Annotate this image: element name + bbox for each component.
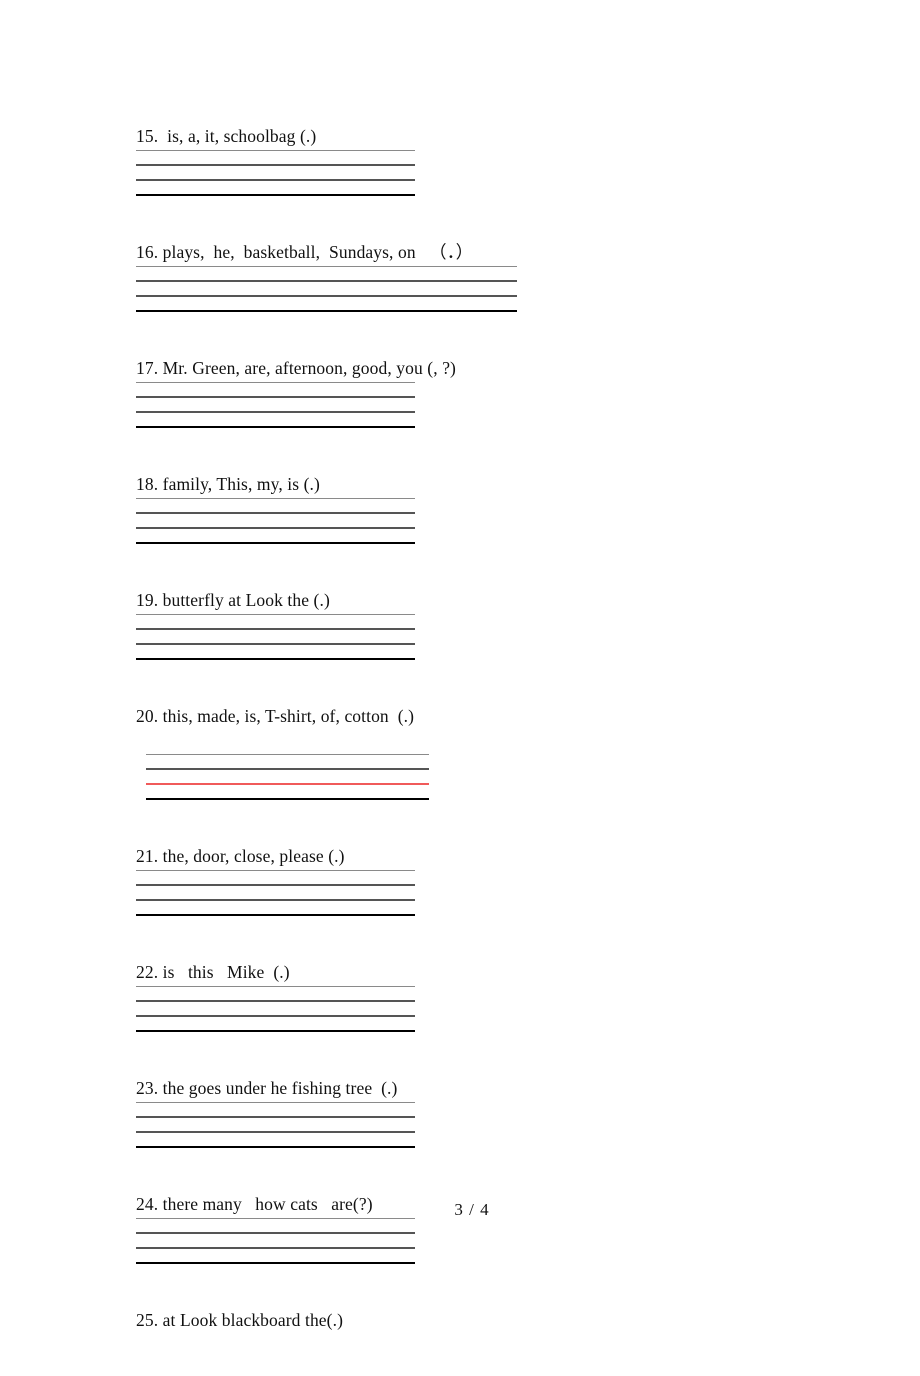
answer-lines[interactable] <box>136 266 517 312</box>
answer-line[interactable] <box>136 382 415 383</box>
answer-line[interactable] <box>136 426 415 428</box>
exercise-prompt: 22. is this Mike (.) <box>136 962 290 982</box>
answer-line[interactable] <box>146 798 429 800</box>
answer-line[interactable] <box>136 1262 415 1264</box>
answer-lines[interactable] <box>136 986 415 1032</box>
item-spacer <box>136 428 836 472</box>
page-number: 3 / 4 <box>454 1200 490 1219</box>
exercise-prompt: 21. the, door, close, please (.) <box>136 846 345 866</box>
item-spacer <box>136 916 836 960</box>
exercise-item: 23. the goes under he fishing tree (.) <box>136 1076 836 1192</box>
answer-lines[interactable] <box>136 150 415 196</box>
answer-line[interactable] <box>136 1247 415 1249</box>
answer-line[interactable] <box>136 396 415 398</box>
answer-line[interactable] <box>146 754 429 755</box>
answer-line[interactable] <box>136 1102 415 1103</box>
answer-lines[interactable] <box>136 614 415 660</box>
exercise-item: 17. Mr. Green, are, afternoon, good, you… <box>136 356 836 472</box>
item-spacer <box>136 1332 836 1376</box>
answer-line[interactable] <box>136 310 517 312</box>
item-spacer <box>136 660 836 704</box>
answer-line[interactable] <box>136 914 415 916</box>
exercise-item: 15. is, a, it, schoolbag (.) <box>136 124 836 240</box>
exercise-list: 15. is, a, it, schoolbag (.) 16. plays, h… <box>136 124 836 1376</box>
answer-line[interactable] <box>136 295 517 297</box>
answer-line[interactable] <box>136 1015 415 1017</box>
answer-line[interactable] <box>136 899 415 901</box>
answer-line[interactable] <box>136 986 415 987</box>
answer-line[interactable] <box>136 266 517 267</box>
exercise-item: 16. plays, he, basketball, Sundays, on （… <box>136 240 836 356</box>
answer-line[interactable] <box>136 1116 415 1118</box>
answer-line[interactable] <box>136 150 415 151</box>
exercise-item: 25. at Look blackboard the(.) <box>136 1308 836 1376</box>
answer-line[interactable] <box>136 1030 415 1032</box>
worksheet-page: 15. is, a, it, schoolbag (.) 16. plays, h… <box>0 0 920 1330</box>
answer-line[interactable] <box>136 411 415 413</box>
answer-line[interactable] <box>146 768 429 770</box>
exercise-prompt: 15. is, a, it, schoolbag (.) <box>136 126 317 146</box>
exercise-prompt: 17. Mr. Green, are, afternoon, good, you… <box>136 358 456 378</box>
exercise-prompt: 23. the goes under he fishing tree (.) <box>136 1078 398 1098</box>
item-spacer <box>136 544 836 588</box>
answer-lines[interactable] <box>136 382 415 428</box>
item-spacer <box>136 1148 836 1192</box>
answer-line[interactable] <box>136 658 415 660</box>
answer-line[interactable] <box>136 628 415 630</box>
answer-line[interactable] <box>136 884 415 886</box>
answer-lines[interactable] <box>136 870 415 916</box>
item-spacer <box>136 312 836 356</box>
answer-line[interactable] <box>136 643 415 645</box>
answer-line[interactable] <box>136 1146 415 1148</box>
exercise-prompt: 19. butterfly at Look the (.) <box>136 590 330 610</box>
exercise-prompt: 16. plays, he, basketball, Sundays, on （… <box>136 242 474 262</box>
answer-line[interactable] <box>136 512 415 514</box>
exercise-item: 19. butterfly at Look the (.) <box>136 588 836 704</box>
item-spacer <box>136 800 836 844</box>
exercise-item: 18. family, This, my, is (.) <box>136 472 836 588</box>
answer-line[interactable] <box>136 870 415 871</box>
item-spacer <box>136 1264 836 1308</box>
answer-line[interactable] <box>136 542 415 544</box>
answer-line[interactable] <box>136 1000 415 1002</box>
exercise-item: 22. is this Mike (.) <box>136 960 836 1076</box>
answer-lines[interactable] <box>136 1102 415 1148</box>
answer-line[interactable] <box>136 1131 415 1133</box>
item-spacer <box>136 196 836 240</box>
answer-lines[interactable] <box>136 498 415 544</box>
answer-line[interactable] <box>146 783 429 785</box>
answer-lines[interactable] <box>146 754 429 800</box>
exercise-item: 20. this, made, is, T-shirt, of, cotton … <box>136 704 836 844</box>
exercise-prompt: 20. this, made, is, T-shirt, of, cotton … <box>136 706 415 726</box>
exercise-item: 21. the, door, close, please (.) <box>136 844 836 960</box>
answer-line[interactable] <box>136 498 415 499</box>
answer-line[interactable] <box>136 527 415 529</box>
answer-line[interactable] <box>136 280 517 282</box>
answer-line[interactable] <box>136 194 415 196</box>
answer-line[interactable] <box>136 1232 415 1234</box>
answer-lines[interactable] <box>136 1218 415 1264</box>
item-spacer <box>136 1032 836 1076</box>
exercise-prompt: 18. family, This, my, is (.) <box>136 474 320 494</box>
answer-line[interactable] <box>136 164 415 166</box>
page-footer: 3 / 4 <box>0 1200 920 1220</box>
exercise-prompt: 25. at Look blackboard the(.) <box>136 1310 343 1330</box>
answer-line[interactable] <box>136 179 415 181</box>
answer-line[interactable] <box>136 614 415 615</box>
